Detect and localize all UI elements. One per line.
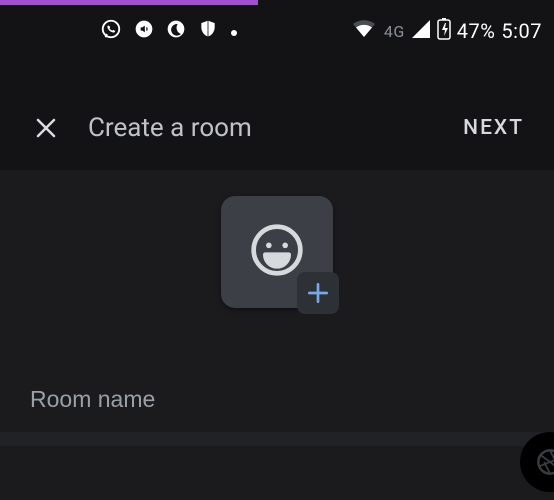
next-button[interactable]: NEXT: [463, 116, 524, 140]
close-icon: [34, 116, 58, 140]
room-avatar-picker[interactable]: [221, 196, 333, 308]
close-button[interactable]: [34, 116, 58, 140]
battery-percent: 47%: [457, 19, 496, 43]
clock-time: 5:07: [501, 19, 542, 43]
wifi-icon: [352, 19, 376, 44]
emoji-face-icon: [249, 222, 305, 282]
app-bar: Create a room NEXT: [0, 100, 554, 156]
shield-icon: [198, 18, 218, 44]
page-title: Create a room: [88, 113, 252, 143]
whatsapp-icon: [100, 18, 122, 44]
cell-signal-icon: [411, 19, 431, 44]
battery-icon: [437, 18, 451, 45]
add-avatar-badge[interactable]: [297, 272, 339, 314]
dnd-moon-icon: [166, 19, 186, 43]
status-bar: 4G 47% 5:07: [0, 16, 554, 46]
network-type-label: 4G: [384, 22, 405, 41]
aperture-icon: [536, 448, 554, 476]
section-divider: [0, 432, 554, 446]
room-name-input[interactable]: [30, 386, 524, 413]
content-area: [0, 170, 554, 500]
plus-icon: [305, 280, 331, 306]
dot-icon: [230, 22, 238, 41]
volume-icon: [134, 19, 154, 43]
room-name-row: [0, 370, 554, 429]
accent-bar: [0, 0, 258, 5]
